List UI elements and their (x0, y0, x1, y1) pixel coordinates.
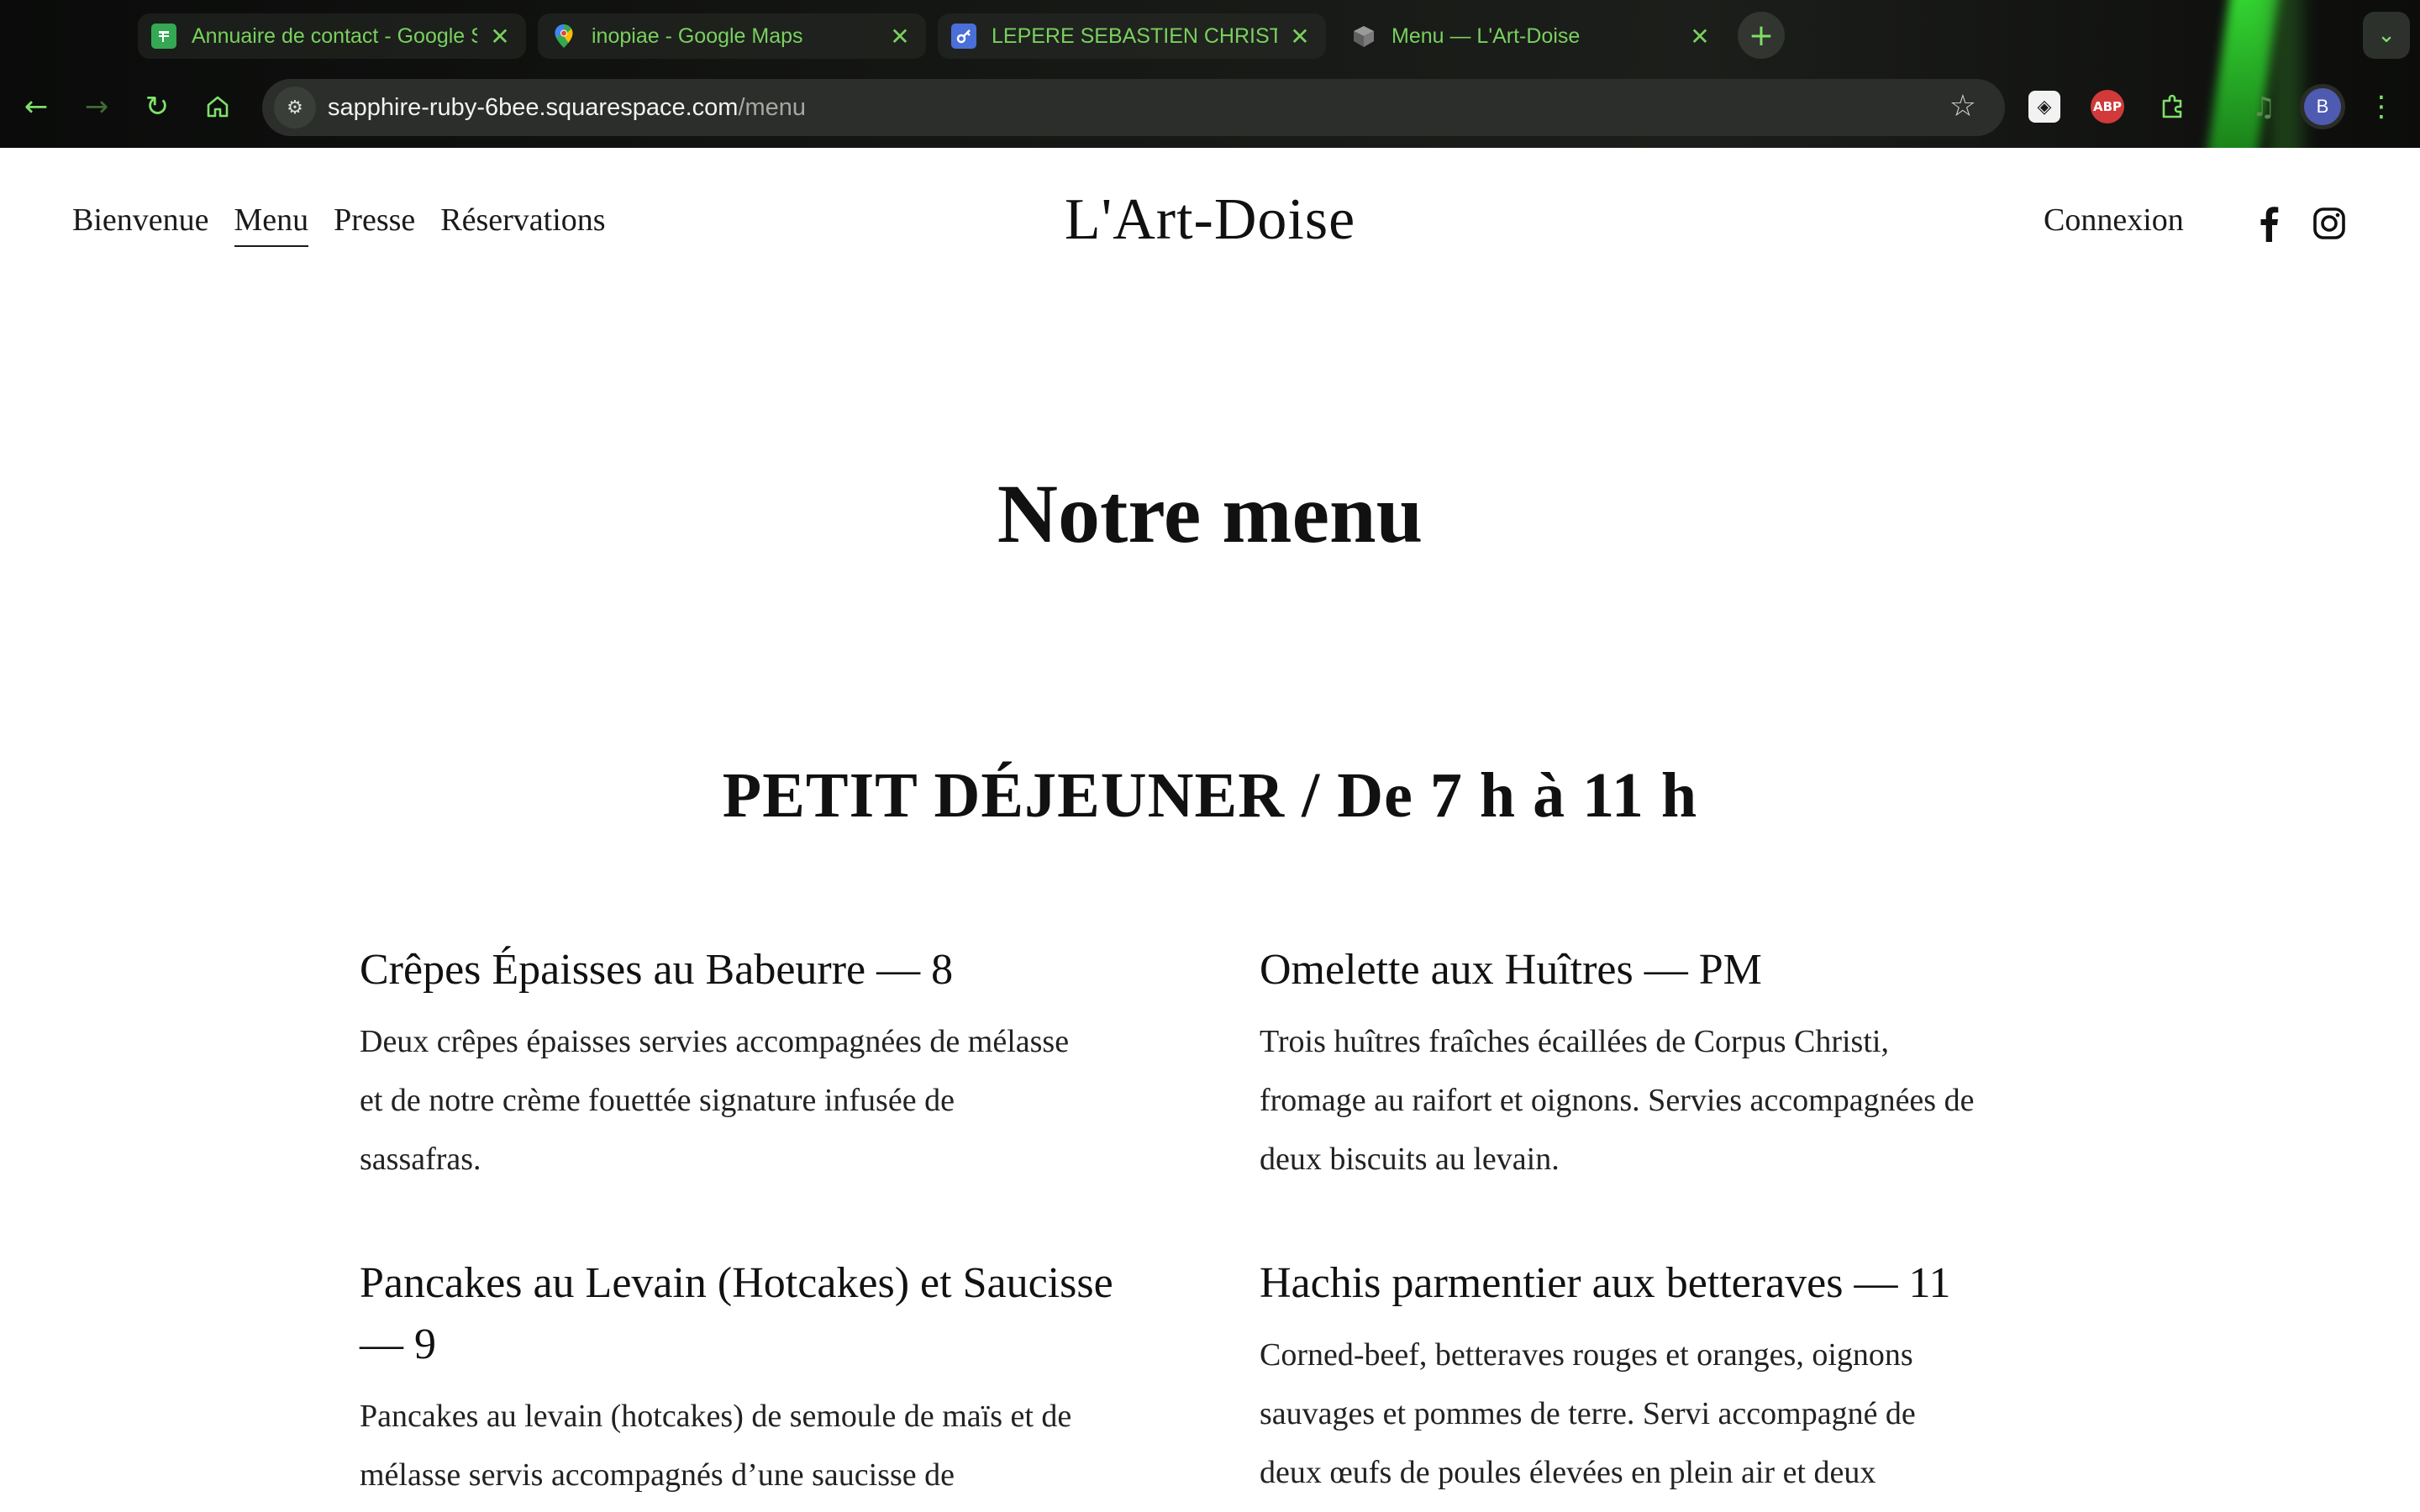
login-link[interactable]: Connexion (2044, 202, 2184, 239)
profile-avatar[interactable]: B (2304, 88, 2341, 125)
cube-icon (1351, 24, 1376, 49)
plus-icon: + (1748, 18, 1775, 53)
menu-item-name: Crêpes Épaisses au Babeurre — 8 (360, 946, 954, 994)
chevron-down-icon: ⌄ (2377, 23, 2396, 48)
home-icon (207, 96, 229, 118)
tab-lepere[interactable]: LEPERE SEBASTIEN CHRISTIAN ✕ (938, 13, 1326, 59)
bookmark-star-icon[interactable]: ☆ (1949, 89, 1976, 123)
tab-sheets[interactable]: Annuaire de contact - Google Sheets ✕ (138, 13, 526, 59)
arrow-left-icon: ← (24, 90, 49, 123)
profile-initial: B (2316, 96, 2329, 117)
address-bar[interactable]: ⚙ sapphire-ruby-6bee.squarespace.com/men… (262, 79, 2005, 136)
tab-title: Annuaire de contact - Google Sheets (192, 24, 477, 48)
close-icon[interactable]: ✕ (1687, 23, 1712, 50)
extensions-puzzle-icon[interactable] (2153, 87, 2193, 127)
key-icon (951, 24, 976, 49)
close-icon[interactable]: ✕ (487, 23, 513, 50)
menu-item: Crêpes Épaisses au Babeurre — 8 Deux crê… (360, 939, 1166, 1189)
menu-item-name: Omelette aux Huîtres — PM (1260, 946, 1762, 994)
menu-item-description: Deux crêpes épaisses servies accompagnée… (360, 1024, 1070, 1177)
home-button[interactable] (195, 84, 240, 129)
new-tab-button[interactable]: + (1738, 12, 1785, 59)
section-title: PETIT DÉJEUNER / De 7 h à 11 h (722, 760, 1698, 831)
menu-item-name: Pancakes au Levain (Hotcakes) et Sauciss… (360, 1259, 1113, 1368)
tab-title: inopiae - Google Maps (592, 24, 803, 48)
reload-icon: ↻ (145, 90, 170, 123)
back-button[interactable]: ← (13, 84, 59, 129)
instagram-icon[interactable] (2312, 207, 2346, 240)
media-control-icon[interactable]: ♫ (2244, 87, 2284, 127)
url-host: sapphire-ruby-6bee.squarespace.com (328, 93, 739, 121)
reload-button[interactable]: ↻ (134, 84, 180, 129)
menu-item: Hachis parmentier aux betteraves — 11 Co… (1260, 1252, 2066, 1502)
menu-item-description: Pancakes au levain (hotcakes) de semoule… (360, 1399, 1072, 1493)
forward-button[interactable]: → (74, 84, 119, 129)
tab-title: LEPERE SEBASTIEN CHRISTIAN (992, 24, 1277, 48)
tab-maps[interactable]: inopiae - Google Maps ✕ (538, 13, 926, 59)
maps-pin-icon (551, 24, 576, 49)
close-icon[interactable]: ✕ (887, 23, 913, 50)
menu-item-name: Hachis parmentier aux betteraves — 11 (1260, 1259, 1951, 1307)
menu-item-description: Trois huîtres fraîches écaillées de Corp… (1260, 1024, 1975, 1177)
close-icon[interactable]: ✕ (1287, 23, 1313, 50)
tab-menu-active[interactable]: Menu — L'Art-Doise ✕ (1338, 13, 1726, 59)
facebook-icon[interactable] (2254, 205, 2284, 242)
browser-chrome: Annuaire de contact - Google Sheets ✕ in… (0, 0, 2420, 148)
tab-title: Menu — L'Art-Doise (1392, 24, 1581, 48)
more-menu-icon[interactable]: ⋮ (2365, 84, 2398, 129)
site-settings-icon[interactable]: ⚙ (274, 87, 316, 129)
page-title: Notre menu (997, 467, 1423, 560)
url-path: /menu (738, 93, 807, 121)
adblock-label: ABP (2092, 99, 2123, 114)
menu-item: Pancakes au Levain (Hotcakes) et Sauciss… (360, 1252, 1166, 1504)
menu-item-description: Corned-beef, betteraves rouges et orange… (1260, 1337, 1916, 1490)
tab-search-button[interactable]: ⌄ (2363, 12, 2410, 59)
sheets-icon (151, 24, 176, 49)
arrow-right-icon: → (84, 90, 109, 123)
extension-cube-icon[interactable]: ◈ (2028, 91, 2060, 123)
adblock-icon[interactable]: ABP (2091, 90, 2124, 123)
menu-item: Omelette aux Huîtres — PM Trois huîtres … (1260, 939, 2066, 1189)
